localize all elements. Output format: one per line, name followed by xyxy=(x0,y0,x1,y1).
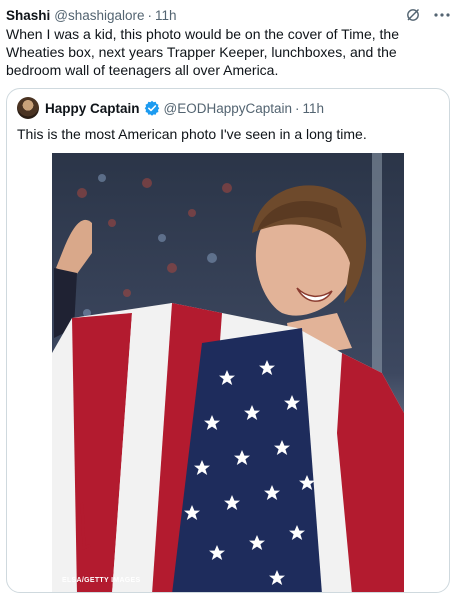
tweet-text: When I was a kid, this photo would be on… xyxy=(6,26,399,78)
separator-dot: · xyxy=(147,7,153,23)
author-handle[interactable]: @shashigalore xyxy=(54,8,144,23)
quote-time[interactable]: 11h xyxy=(303,101,325,116)
quote-author-name[interactable]: Happy Captain xyxy=(45,101,140,116)
slash-circle-icon[interactable] xyxy=(406,8,420,22)
header-actions xyxy=(406,8,450,22)
separator-dot: · xyxy=(295,100,300,116)
quote-text: This is the most American photo I've see… xyxy=(17,126,367,142)
tweet-time[interactable]: 11h xyxy=(155,8,177,23)
avatar[interactable] xyxy=(17,97,39,119)
quote-header: Happy Captain @EODHappyCaptain · 11h xyxy=(17,97,439,119)
photo-credit: ELSA/GETTY IMAGES xyxy=(62,577,141,584)
quote-author-handle[interactable]: @EODHappyCaptain xyxy=(164,101,293,116)
cropped-avatars xyxy=(40,0,80,2)
verified-badge-icon xyxy=(144,100,159,116)
quoted-tweet-card[interactable]: Happy Captain @EODHappyCaptain · 11h Thi… xyxy=(6,88,450,593)
more-icon[interactable] xyxy=(434,13,450,17)
hockey-player-flag-photo[interactable]: ELSA/GETTY IMAGES xyxy=(52,153,404,592)
tweet-header: Shashi @shashigalore · 11h xyxy=(6,6,450,24)
author-name[interactable]: Shashi xyxy=(6,8,50,23)
